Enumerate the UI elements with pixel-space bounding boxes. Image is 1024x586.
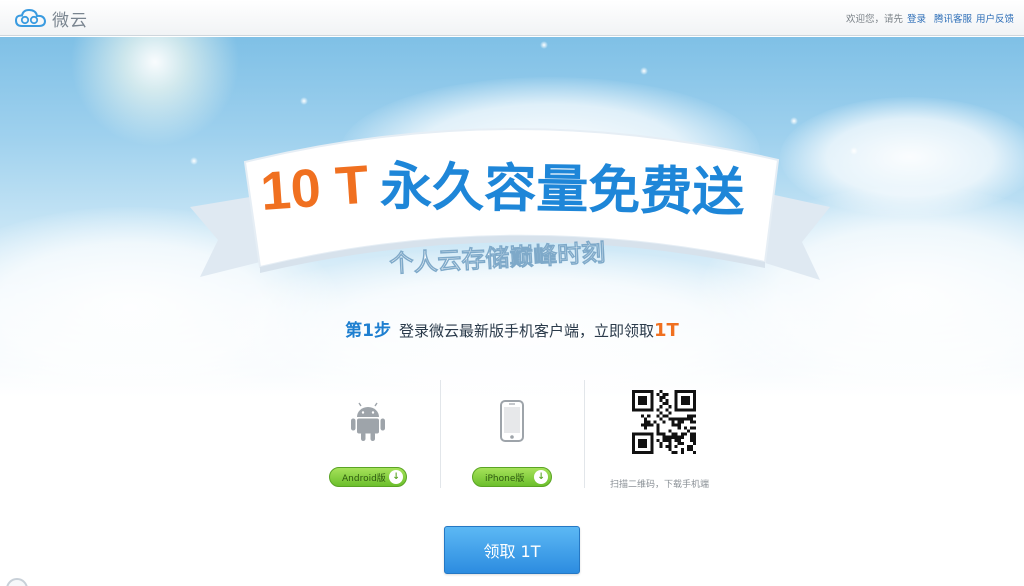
help-icon[interactable]	[6, 578, 28, 586]
banner-title: 永久容量免费送	[380, 157, 745, 223]
claim-button[interactable]: 领取 1T	[444, 526, 580, 574]
step-text: 登录微云最新版手机客户端，立即领取	[399, 322, 655, 340]
top-links: 欢迎您，请先 登录 腾讯客服 用户反馈	[846, 11, 1014, 25]
ribbon-banner: 10 T 永久容量免费送 个人云存储巅峰时刻	[190, 128, 830, 280]
divider	[440, 380, 441, 488]
sparkle	[540, 41, 548, 49]
sparkle	[640, 67, 648, 75]
divider	[584, 380, 585, 488]
download-arrow-icon: ↓	[389, 470, 403, 484]
iphone-icon	[500, 400, 524, 442]
step-instruction: 第1步 登录微云最新版手机客户端，立即领取1T	[0, 316, 1024, 341]
sparkle	[300, 97, 308, 105]
banner-highlight: 10 T	[259, 155, 371, 222]
top-bar: 微云 欢迎您，请先 登录 腾讯客服 用户反馈	[0, 0, 1024, 36]
download-arrow-icon: ↓	[534, 470, 548, 484]
logo-text: 微云	[52, 10, 88, 31]
greeting-text: 欢迎您，请先	[845, 14, 903, 25]
feedback-link[interactable]: 用户反馈	[976, 11, 1014, 25]
hero-banner: 10 T 永久容量免费送 个人云存储巅峰时刻	[0, 37, 1024, 397]
iphone-download-label: iPhone版	[485, 473, 525, 484]
android-download-label: Android版	[342, 473, 386, 484]
logo[interactable]: 微云	[14, 7, 88, 31]
service-link[interactable]: 腾讯客服	[934, 11, 972, 25]
cloud-icon	[14, 8, 47, 27]
login-link[interactable]: 登录	[907, 11, 926, 25]
qr-caption: 扫描二维码，下载手机端	[610, 480, 710, 490]
iphone-download-button[interactable]: iPhone版 ↓	[472, 467, 552, 487]
qr-code-icon	[632, 390, 696, 454]
step-number: 第1步	[345, 321, 391, 341]
step-highlight: 1T	[654, 320, 679, 341]
sparkle	[850, 147, 858, 155]
android-icon	[351, 402, 385, 441]
android-download-button[interactable]: Android版 ↓	[329, 467, 407, 487]
